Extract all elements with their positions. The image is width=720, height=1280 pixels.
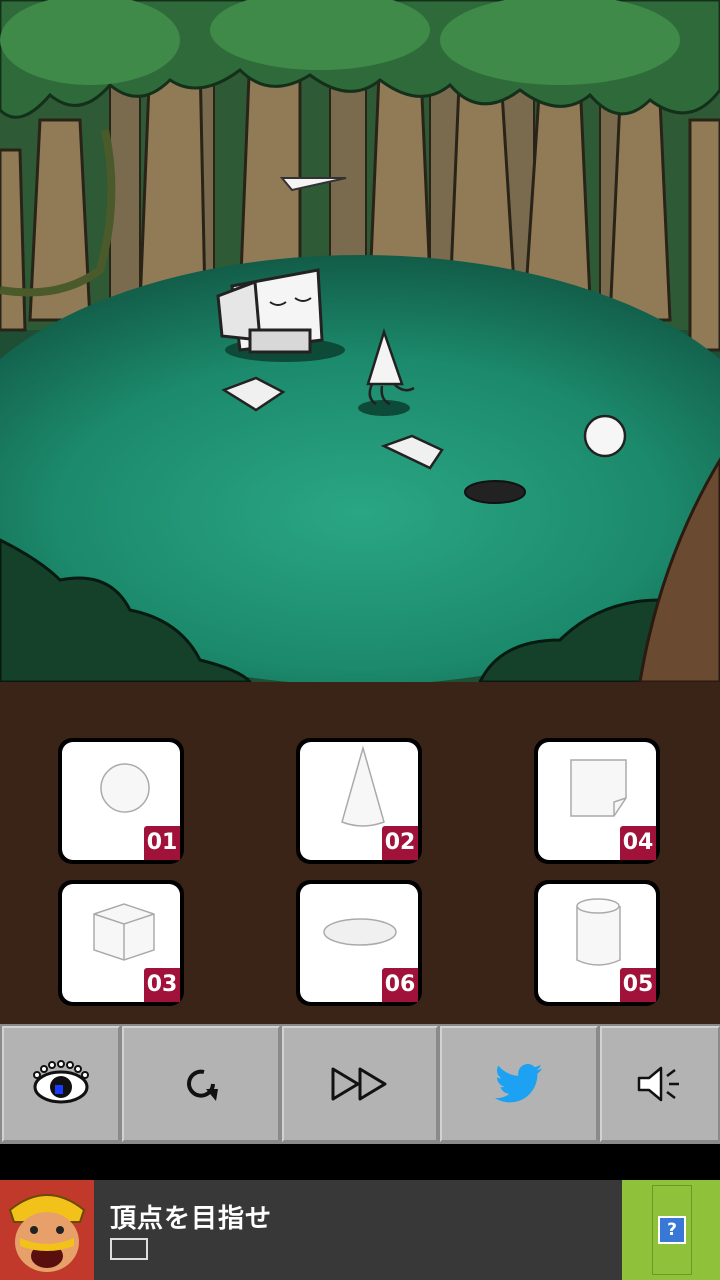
inventory-slot-cylinder[interactable]: 05 [534,880,660,1006]
spacer-bar [0,1144,720,1180]
question-icon: ? [658,1216,686,1244]
twitter-button[interactable] [440,1026,598,1142]
slot-number: 01 [144,826,180,860]
toolbar [0,1024,720,1144]
fast-forward-icon [331,1067,387,1101]
ad-placeholder-box [110,1238,148,1260]
ad-help-button[interactable]: ? [652,1185,692,1275]
ad-app-icon[interactable] [0,1180,94,1280]
restart-button[interactable] [122,1026,280,1142]
skip-button[interactable] [282,1026,438,1142]
forest-scene-art [0,0,720,682]
slot-number: 02 [382,826,418,860]
slot-number: 04 [620,826,656,860]
inventory-slot-cube[interactable]: 03 [58,880,184,1006]
ad-title[interactable]: 頂点を目指せ [110,1198,272,1235]
speaker-icon [637,1066,679,1102]
restart-icon [187,1069,218,1101]
sound-button[interactable] [600,1026,720,1142]
inventory-slot-disc[interactable]: 06 [296,880,422,1006]
inventory-slot-sphere[interactable]: 01 [58,738,184,864]
slot-number: 05 [620,968,656,1002]
eye-icon [33,1060,89,1104]
help-label: ? [667,1220,677,1240]
game-scene[interactable] [0,0,720,682]
slot-number: 03 [144,968,180,1002]
inventory-slot-cone[interactable]: 02 [296,738,422,864]
slot-number: 06 [382,968,418,1002]
clash-barbarian-icon [0,1180,94,1280]
inventory-panel: 01 02 04 03 06 05 [0,682,720,1024]
twitter-bird-icon [495,1064,543,1103]
ad-info-panel[interactable]: ? [622,1180,720,1280]
ad-banner[interactable]: 頂点を目指せ ? [0,1180,720,1280]
inventory-slot-paper[interactable]: 04 [534,738,660,864]
hint-button[interactable] [2,1026,120,1142]
